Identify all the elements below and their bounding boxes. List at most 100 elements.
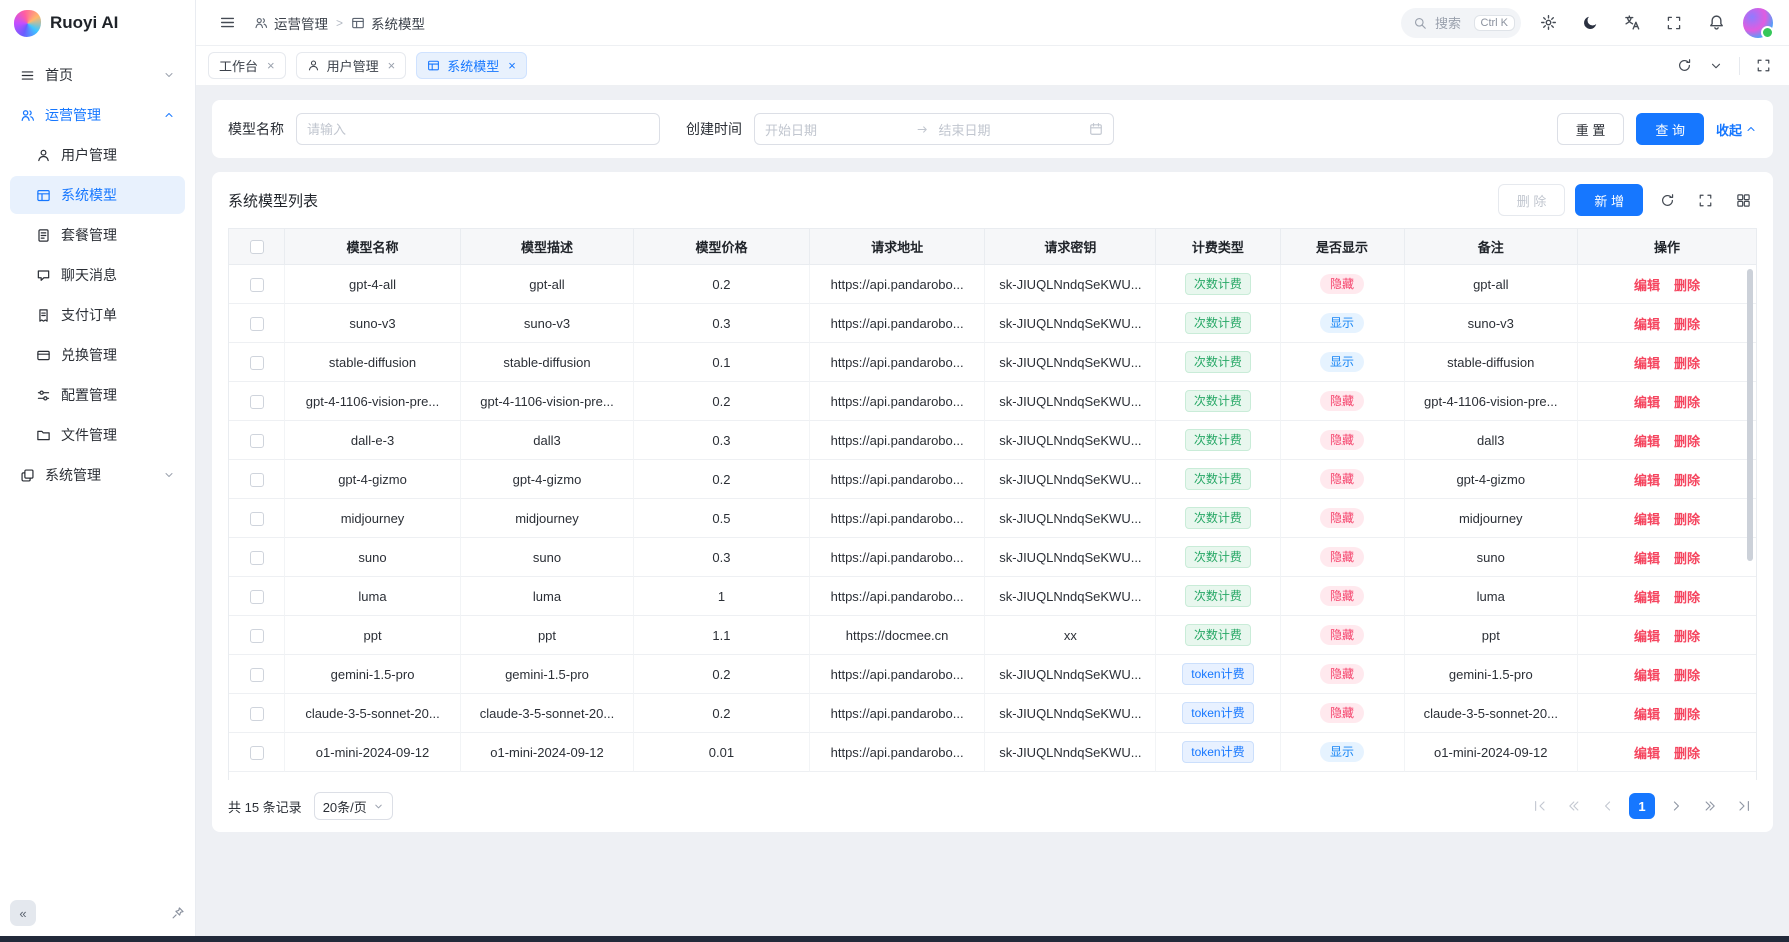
model-name-input[interactable] (296, 113, 660, 145)
last-page-icon[interactable] (1731, 793, 1757, 819)
row-checkbox[interactable] (250, 707, 264, 721)
row-checkbox[interactable] (250, 356, 264, 370)
delete-link[interactable]: 删除 (1674, 434, 1700, 449)
edit-link[interactable]: 编辑 (1634, 395, 1660, 410)
sidebar-item-exchange-management[interactable]: 兑换管理 (10, 336, 185, 374)
edit-link[interactable]: 编辑 (1634, 590, 1660, 605)
table-scrollbar[interactable] (1747, 269, 1753, 772)
chevrons-right-icon[interactable] (1697, 793, 1723, 819)
row-checkbox[interactable] (250, 551, 264, 565)
edit-link[interactable]: 编辑 (1634, 317, 1660, 332)
delete-link[interactable]: 删除 (1674, 668, 1700, 683)
sidebar-item-home[interactable]: 首页 (10, 56, 185, 94)
close-icon[interactable]: × (388, 58, 396, 73)
chevrons-left-icon[interactable] (1561, 793, 1587, 819)
edit-link[interactable]: 编辑 (1634, 512, 1660, 527)
sidebar-item-file-management[interactable]: 文件管理 (10, 416, 185, 454)
delete-link[interactable]: 删除 (1674, 590, 1700, 605)
sidebar-item-system-model[interactable]: 系统模型 (10, 176, 185, 214)
sidebar-item-user-management[interactable]: 用户管理 (10, 136, 185, 174)
refresh-icon[interactable] (1670, 52, 1698, 80)
chevron-left-icon[interactable] (1595, 793, 1621, 819)
fullscreen-icon[interactable] (1659, 8, 1689, 38)
chevron-right-icon[interactable] (1663, 793, 1689, 819)
edit-link[interactable]: 编辑 (1634, 278, 1660, 293)
gear-icon[interactable] (1533, 8, 1563, 38)
column-settings-icon[interactable] (1729, 186, 1757, 214)
translate-icon[interactable] (1617, 8, 1647, 38)
row-checkbox[interactable] (250, 278, 264, 292)
delete-link[interactable]: 删除 (1674, 395, 1700, 410)
edit-link[interactable]: 编辑 (1634, 629, 1660, 644)
moon-icon[interactable] (1575, 8, 1605, 38)
breadcrumb-label: 运营管理 (274, 13, 328, 33)
close-icon[interactable]: × (508, 58, 516, 73)
query-button[interactable]: 查 询 (1636, 113, 1704, 145)
date-range-picker[interactable]: 开始日期 结束日期 (754, 113, 1114, 145)
row-checkbox[interactable] (250, 473, 264, 487)
first-page-icon[interactable] (1527, 793, 1553, 819)
add-button[interactable]: 新 增 (1575, 184, 1643, 216)
avatar[interactable] (1743, 8, 1773, 38)
delete-link[interactable]: 删除 (1674, 278, 1700, 293)
delete-link[interactable]: 删除 (1674, 512, 1700, 527)
table-toolbar: 系统模型列表 删 除 新 增 (212, 172, 1773, 228)
row-checkbox[interactable] (250, 668, 264, 682)
sidebar-item-operations[interactable]: 运营管理 (10, 96, 185, 134)
reset-button[interactable]: 重 置 (1557, 113, 1625, 145)
sidebar-item-system[interactable]: 系统管理 (10, 456, 185, 494)
row-checkbox[interactable] (250, 629, 264, 643)
chevron-down-icon[interactable] (1702, 52, 1730, 80)
sidebar-item-chat-messages[interactable]: 聊天消息 (10, 256, 185, 294)
sidebar-item-config-management[interactable]: 配置管理 (10, 376, 185, 414)
delete-link[interactable]: 删除 (1674, 473, 1700, 488)
sidebar-item-package-management[interactable]: 套餐管理 (10, 216, 185, 254)
pin-icon[interactable] (171, 906, 185, 920)
visibility-badge: 隐藏 (1320, 586, 1364, 606)
select-all-checkbox[interactable] (250, 240, 264, 254)
batch-delete-button[interactable]: 删 除 (1498, 184, 1566, 216)
expand-icon[interactable] (1749, 52, 1777, 80)
close-icon[interactable]: × (267, 58, 275, 73)
refresh-icon[interactable] (1653, 186, 1681, 214)
edit-link[interactable]: 编辑 (1634, 668, 1660, 683)
data-table: 模型名称模型描述模型价格请求地址请求密钥计费类型是否显示备注操作 gpt-4-a… (228, 228, 1757, 780)
tab-user-management[interactable]: 用户管理 × (296, 52, 407, 79)
global-search[interactable]: 搜索 Ctrl K (1401, 8, 1521, 38)
breadcrumb-operations[interactable]: 运营管理 (254, 13, 328, 33)
edit-link[interactable]: 编辑 (1634, 356, 1660, 371)
delete-link[interactable]: 删除 (1674, 356, 1700, 371)
row-checkbox[interactable] (250, 590, 264, 604)
delete-link[interactable]: 删除 (1674, 707, 1700, 722)
tab-workbench[interactable]: 工作台 × (208, 52, 286, 79)
delete-link[interactable]: 删除 (1674, 746, 1700, 761)
logo[interactable]: Ruoyi AI (0, 0, 195, 46)
delete-link[interactable]: 删除 (1674, 629, 1700, 644)
sidebar-item-label: 系统管理 (45, 465, 101, 485)
tab-system-model[interactable]: 系统模型 × (416, 52, 527, 79)
expand-icon[interactable] (1691, 186, 1719, 214)
row-checkbox[interactable] (250, 395, 264, 409)
sidebar-item-payment-orders[interactable]: 支付订单 (10, 296, 185, 334)
current-page[interactable]: 1 (1629, 793, 1655, 819)
row-checkbox[interactable] (250, 317, 264, 331)
edit-link[interactable]: 编辑 (1634, 707, 1660, 722)
sidebar-collapse-button[interactable]: « (10, 900, 36, 926)
page-size-select[interactable]: 20条/页 (314, 792, 393, 820)
bell-icon[interactable] (1701, 8, 1731, 38)
edit-link[interactable]: 编辑 (1634, 473, 1660, 488)
receipt-icon (36, 308, 51, 323)
edit-link[interactable]: 编辑 (1634, 434, 1660, 449)
collapse-filters-link[interactable]: 收起 (1716, 120, 1757, 139)
row-checkbox[interactable] (250, 512, 264, 526)
delete-link[interactable]: 删除 (1674, 317, 1700, 332)
row-checkbox[interactable] (250, 746, 264, 760)
edit-link[interactable]: 编辑 (1634, 746, 1660, 761)
breadcrumb-system-model[interactable]: 系统模型 (351, 13, 425, 33)
row-checkbox[interactable] (250, 434, 264, 448)
hamburger-icon[interactable] (212, 8, 242, 38)
edit-link[interactable]: 编辑 (1634, 551, 1660, 566)
delete-link[interactable]: 删除 (1674, 551, 1700, 566)
scrollbar-thumb[interactable] (1747, 269, 1753, 561)
divider (1739, 57, 1740, 75)
